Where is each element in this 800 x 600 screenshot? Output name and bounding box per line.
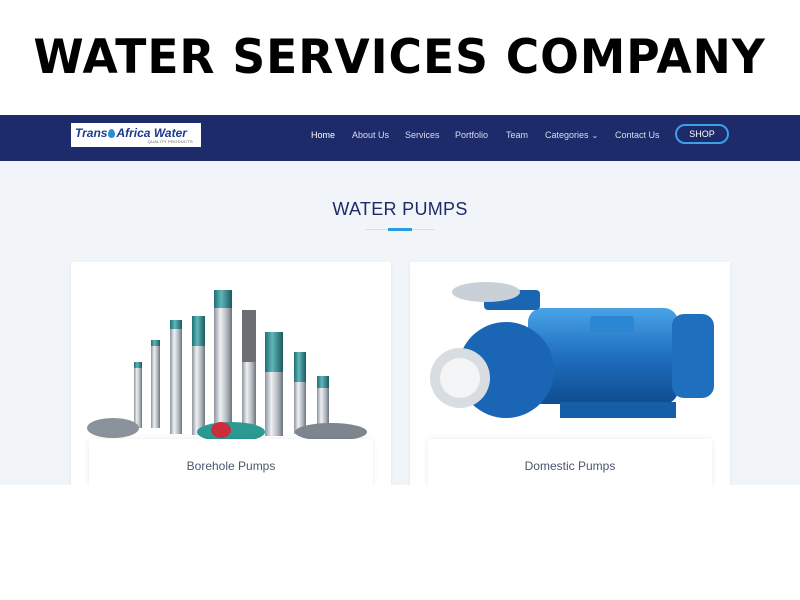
banner-title: WATER SERVICES COMPANY bbox=[33, 30, 767, 85]
card-caption-box: Domestic Pumps bbox=[428, 439, 712, 485]
title-accent-bar bbox=[388, 228, 412, 231]
banner: WATER SERVICES COMPANY bbox=[0, 0, 800, 115]
card-domestic-pumps[interactable]: Domestic Pumps bbox=[410, 262, 730, 485]
logo-wordmark: Trans Africa Water bbox=[75, 127, 201, 139]
logo-text-trans: Trans bbox=[75, 125, 108, 140]
water-drop-icon bbox=[108, 128, 116, 138]
pump-volute bbox=[430, 282, 554, 418]
logo-text-africa: Africa Water bbox=[116, 125, 187, 140]
card-borehole-pumps[interactable]: Borehole Pumps bbox=[71, 262, 391, 485]
water-pumps-section: WATER PUMPS Borehole Pumps Domestic Pump… bbox=[0, 161, 800, 485]
logo-tagline: QUALITY PRODUCTS bbox=[147, 138, 193, 144]
blank-area bbox=[0, 485, 800, 600]
section-title: WATER PUMPS bbox=[332, 199, 468, 219]
nav-services[interactable]: Services bbox=[405, 130, 440, 140]
site-header: Trans Africa Water QUALITY PRODUCTS Home … bbox=[0, 115, 800, 161]
nav-about-us[interactable]: About Us bbox=[352, 130, 389, 140]
pump-columns bbox=[134, 290, 329, 436]
card-caption-box: Borehole Pumps bbox=[89, 439, 373, 485]
nav-home[interactable]: Home bbox=[311, 130, 335, 140]
card-caption: Borehole Pumps bbox=[186, 459, 276, 473]
nav-team[interactable]: Team bbox=[506, 130, 528, 140]
site-logo[interactable]: Trans Africa Water QUALITY PRODUCTS bbox=[71, 123, 201, 147]
nav-contact-us[interactable]: Contact Us bbox=[615, 130, 660, 140]
domestic-pump-image bbox=[430, 282, 714, 418]
card-caption: Domestic Pumps bbox=[524, 459, 616, 473]
shop-button[interactable]: SHOP bbox=[675, 124, 729, 144]
pump-motor bbox=[528, 308, 714, 418]
chevron-down-icon: ⌄ bbox=[591, 131, 599, 140]
borehole-pumps-image bbox=[87, 290, 367, 442]
nav-categories[interactable]: Categories ⌄ bbox=[545, 130, 598, 140]
nav-portfolio[interactable]: Portfolio bbox=[455, 130, 488, 140]
nav-categories-label: Categories bbox=[545, 130, 589, 140]
